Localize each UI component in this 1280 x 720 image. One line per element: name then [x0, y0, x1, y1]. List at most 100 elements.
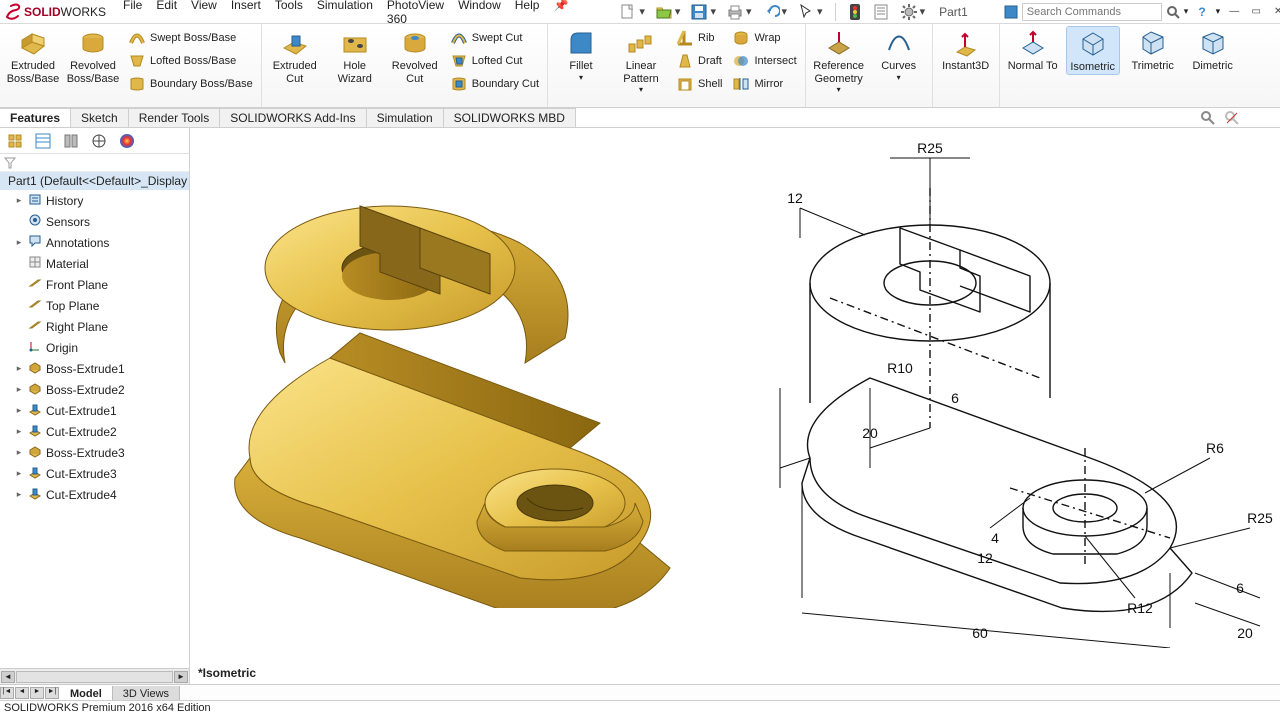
- linear-pattern-button[interactable]: Linear Pattern▾: [614, 26, 668, 94]
- tree-item[interactable]: ▸Boss-Extrude3: [0, 442, 189, 463]
- search-icon[interactable]: [1166, 5, 1180, 19]
- tab-features[interactable]: Features: [0, 108, 71, 127]
- tab-model[interactable]: Model: [60, 686, 113, 700]
- normal-to-button[interactable]: Normal To: [1006, 26, 1060, 73]
- instant3d-button[interactable]: Instant3D: [939, 26, 993, 73]
- dimetric-button[interactable]: Dimetric: [1186, 26, 1240, 73]
- tree-item[interactable]: Front Plane: [0, 274, 189, 295]
- minimize-button[interactable]: —: [1226, 5, 1242, 19]
- tab-nav-last-icon[interactable]: ►|: [45, 687, 59, 699]
- tree-item[interactable]: ▸Cut-Extrude3: [0, 463, 189, 484]
- tree-item[interactable]: ▸History: [0, 190, 189, 211]
- tab-addins[interactable]: SOLIDWORKS Add-Ins: [220, 108, 366, 127]
- tree-expand-icon[interactable]: ▸: [14, 405, 24, 416]
- fm-tab-config-icon[interactable]: [58, 130, 84, 152]
- feature-manager-hscrollbar[interactable]: ◄►: [0, 668, 189, 684]
- tab-nav-next-icon[interactable]: ►: [30, 687, 44, 699]
- fm-tab-tree-icon[interactable]: [2, 130, 28, 152]
- options-button[interactable]: ▾: [898, 2, 928, 22]
- fillet-button[interactable]: Fillet▾: [554, 26, 608, 82]
- rebuild-button[interactable]: [846, 2, 864, 22]
- draft-button[interactable]: Draft: [674, 51, 724, 71]
- print-button[interactable]: ▾: [724, 2, 754, 22]
- tree-item[interactable]: ▸Cut-Extrude2: [0, 421, 189, 442]
- close-button[interactable]: ✕: [1270, 5, 1280, 19]
- tree-item-label: Cut-Extrude1: [46, 404, 117, 418]
- file-props-button[interactable]: [870, 2, 892, 22]
- new-button[interactable]: ▾: [617, 2, 647, 22]
- revolved-cut-button[interactable]: Revolved Cut: [388, 26, 442, 85]
- save-button[interactable]: ▾: [688, 2, 718, 22]
- tab-3d-views[interactable]: 3D Views: [113, 686, 180, 700]
- tree-expand-icon[interactable]: ▸: [14, 468, 24, 479]
- extruded-cut-button[interactable]: Extruded Cut: [268, 26, 322, 85]
- tree-expand-icon[interactable]: ▸: [14, 426, 24, 437]
- help-icon[interactable]: ?: [1198, 5, 1205, 19]
- open-button[interactable]: ▾: [653, 2, 683, 22]
- tree-expand-icon[interactable]: ▸: [14, 195, 24, 206]
- search-category-icon[interactable]: [1004, 5, 1018, 19]
- tab-nav-first-icon[interactable]: |◄: [0, 687, 14, 699]
- graphics-viewport[interactable]: R25 12 R10 6 20 R6 R25 R12 4 12 60 6 20 …: [190, 128, 1280, 684]
- tab-nav-prev-icon[interactable]: ◄: [15, 687, 29, 699]
- feature-tree-root[interactable]: Part1 (Default<<Default>_Display State 1…: [0, 172, 189, 190]
- boundary-boss-button[interactable]: Boundary Boss/Base: [126, 74, 255, 94]
- tree-expand-icon[interactable]: ▸: [14, 237, 24, 248]
- fm-tab-dimxpert-icon[interactable]: [86, 130, 112, 152]
- fillet-icon: [566, 28, 596, 58]
- tree-expand-icon[interactable]: ▸: [14, 489, 24, 500]
- boundary-cut-button[interactable]: Boundary Cut: [448, 74, 541, 94]
- undo-button[interactable]: ▾: [760, 2, 790, 22]
- lofted-boss-button[interactable]: Lofted Boss/Base: [126, 51, 255, 71]
- wrap-button[interactable]: Wrap: [730, 28, 798, 48]
- tree-expand-icon[interactable]: ▸: [14, 384, 24, 395]
- tree-item[interactable]: ▸Annotations: [0, 232, 189, 253]
- tree-item[interactable]: ▸Cut-Extrude4: [0, 484, 189, 505]
- tab-sketch[interactable]: Sketch: [71, 108, 129, 127]
- feature-manager-filter[interactable]: [0, 154, 189, 172]
- select-button[interactable]: ▾: [795, 2, 825, 22]
- zoom-to-fit-icon[interactable]: [1200, 110, 1216, 126]
- revolved-boss-button[interactable]: Revolved Boss/Base: [66, 26, 120, 85]
- fm-tab-appearance-icon[interactable]: [114, 130, 140, 152]
- extruded-boss-button[interactable]: Extruded Boss/Base: [6, 26, 60, 85]
- swept-cut-button[interactable]: Swept Cut: [448, 28, 541, 48]
- isometric-button[interactable]: Isometric: [1066, 26, 1120, 75]
- main-area: Part1 (Default<<Default>_Display State 1…: [0, 128, 1280, 684]
- intersect-button[interactable]: Intersect: [730, 51, 798, 71]
- tree-item[interactable]: ▸ Cut-Extrude1: [0, 400, 189, 421]
- hole-wizard-button[interactable]: Hole Wizard: [328, 26, 382, 85]
- search-input[interactable]: [1022, 3, 1162, 21]
- tree-history-icon: [28, 192, 42, 209]
- dimetric-icon: [1198, 28, 1228, 58]
- curves-button[interactable]: Curves▾: [872, 26, 926, 82]
- tab-mbd[interactable]: SOLIDWORKS MBD: [444, 108, 576, 127]
- trimetric-button[interactable]: Trimetric: [1126, 26, 1180, 73]
- swept-cut-icon: [450, 29, 468, 47]
- tree-expand-icon[interactable]: ▸: [14, 363, 24, 374]
- mirror-button[interactable]: Mirror: [730, 74, 798, 94]
- shell-button[interactable]: Shell: [674, 74, 724, 94]
- tree-item[interactable]: ▸Boss-Extrude1: [0, 358, 189, 379]
- tab-render-tools[interactable]: Render Tools: [129, 108, 221, 127]
- tab-simulation[interactable]: Simulation: [367, 108, 444, 127]
- swept-boss-button[interactable]: Swept Boss/Base: [126, 28, 255, 48]
- solidworks-logo-icon: [4, 3, 22, 21]
- tree-expand-icon[interactable]: ▸: [14, 447, 24, 458]
- revolved-cut-icon: [400, 28, 430, 58]
- tree-item[interactable]: ▸Boss-Extrude2: [0, 379, 189, 400]
- restore-button[interactable]: ▭: [1248, 5, 1264, 19]
- tree-item[interactable]: Origin: [0, 337, 189, 358]
- lofted-cut-button[interactable]: Lofted Cut: [448, 51, 541, 71]
- extruded-boss-icon: [18, 28, 48, 58]
- fm-tab-property-icon[interactable]: [30, 130, 56, 152]
- reference-geometry-button[interactable]: Reference Geometry▾: [812, 26, 866, 94]
- tree-item[interactable]: Top Plane: [0, 295, 189, 316]
- status-edition: SOLIDWORKS Premium 2016 x64 Edition: [4, 702, 211, 714]
- svg-text:60: 60: [972, 625, 988, 641]
- rib-button[interactable]: Rib: [674, 28, 724, 48]
- zoom-cancel-icon[interactable]: [1224, 110, 1240, 126]
- tree-item[interactable]: Sensors: [0, 211, 189, 232]
- tree-item[interactable]: Right Plane: [0, 316, 189, 337]
- tree-item[interactable]: Material: [0, 253, 189, 274]
